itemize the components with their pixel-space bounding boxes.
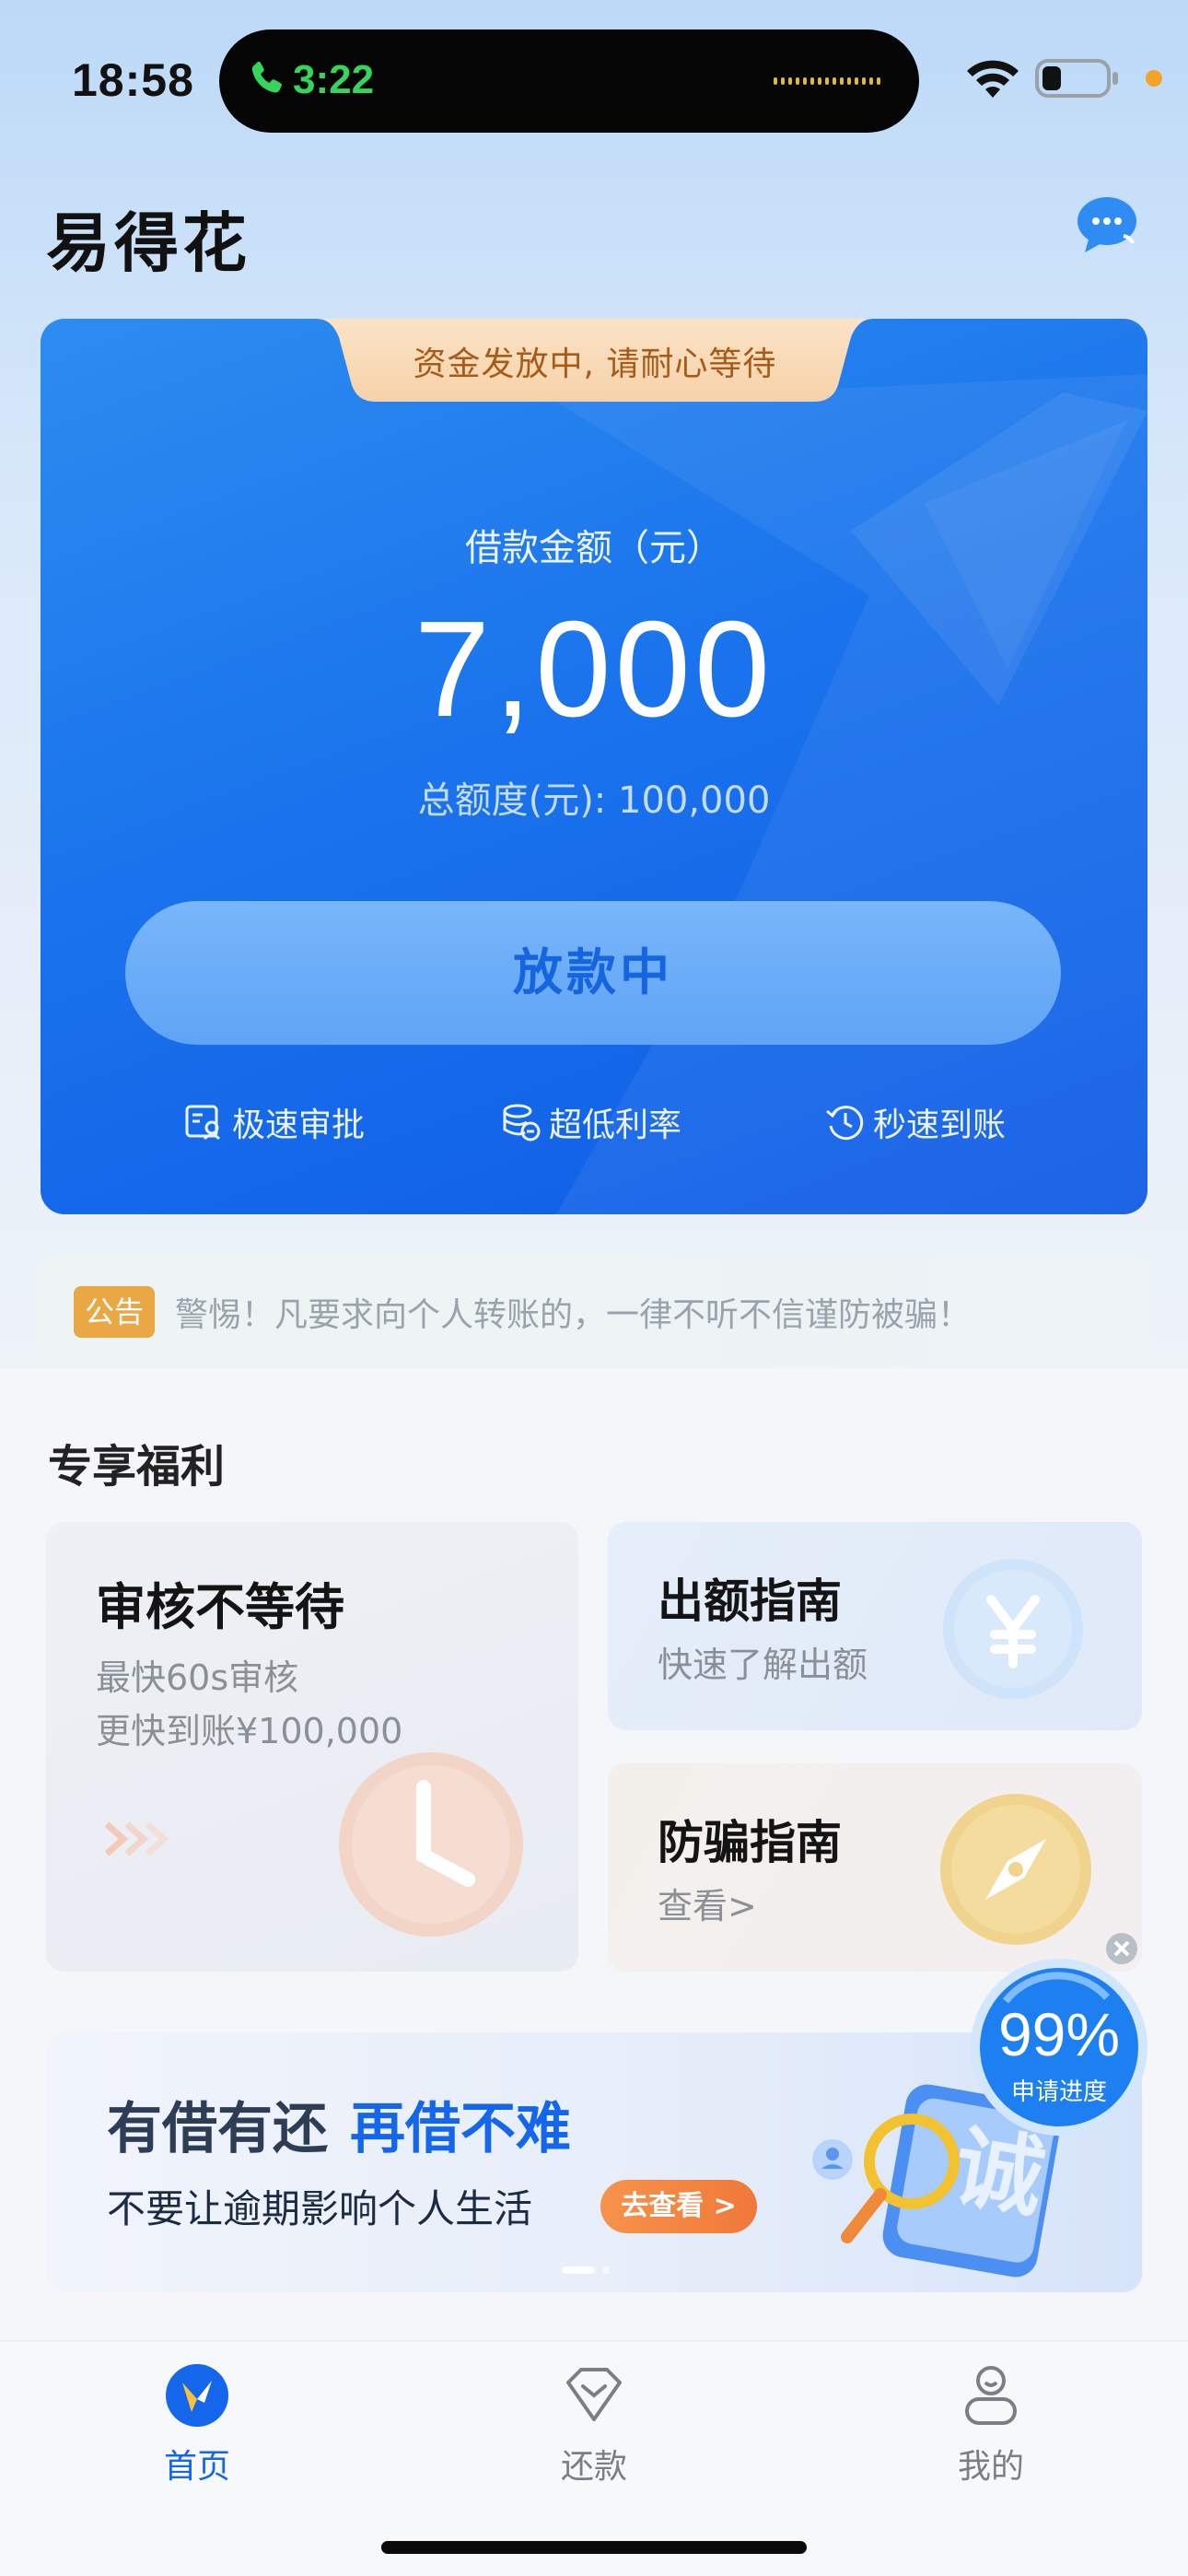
call-duration: 3:22 (293, 57, 375, 102)
clock-icon (339, 1752, 523, 1937)
compass-icon (940, 1794, 1091, 1945)
feature-label: 极速审批 (232, 1107, 366, 1144)
notice-text: 资金发放中, 请耐心等待 (413, 345, 777, 383)
coins-icon (503, 1104, 541, 1142)
announcement-text: 警惕！凡要求向个人转账的，一律不听不信谨防被骗！ (175, 1296, 972, 1334)
tab-label: 还款 (560, 2448, 627, 2486)
feature-low-rate: 超低利率 (501, 1098, 681, 1146)
phone-call-icon (251, 61, 282, 93)
card-title: 出额指南 (658, 1575, 842, 1628)
status-time: 18:58 (72, 54, 194, 106)
carousel-indicator (562, 2266, 610, 2274)
section-title-benefits: 专享福利 (48, 1441, 226, 1493)
tab-mine[interactable]: 我的 (890, 2362, 1092, 2510)
banner-title-part2: 再借不难 (350, 2097, 571, 2161)
card-subtitle: 快速了解出额 (658, 1645, 868, 1685)
chat-bubble-icon[interactable] (1076, 195, 1140, 254)
banner-title-part1: 有借有还 (107, 2097, 328, 2161)
progress-value: 99% (997, 2000, 1121, 2068)
yen-coin-icon (943, 1559, 1083, 1699)
profile-icon (965, 2366, 1017, 2425)
loan-amount-value: 7,000 (413, 593, 775, 745)
clock-icon (826, 1106, 864, 1141)
card-decoration (556, 374, 1147, 1214)
feature-fast-review: 极速审批 (184, 1098, 365, 1146)
card-subtitle: 更快到账¥100,000 (96, 1711, 403, 1751)
chevrons-icon (104, 1821, 169, 1856)
battery-icon (1035, 59, 1118, 98)
repay-icon (566, 2368, 622, 2421)
feature-label: 超低利率 (549, 1107, 682, 1144)
benefit-card-credit-guide[interactable]: 出额指南 快速了解出额 (608, 1522, 1142, 1730)
benefit-card-fast-review[interactable]: 审核不等待 最快60s审核 更快到账¥100,000 (46, 1522, 578, 1972)
feature-instant-arrival: 秒速到账 (825, 1098, 1006, 1146)
tab-label: 首页 (163, 2448, 230, 2486)
card-title: 审核不等待 (96, 1578, 344, 1636)
home-indicator[interactable] (381, 2541, 807, 2554)
total-credit-text: 总额度(元): 100,000 (417, 779, 771, 822)
card-subtitle: 最快60s审核 (96, 1657, 299, 1698)
card-title: 防骗指南 (658, 1816, 842, 1869)
banner-subtitle: 不要让逾期影响个人生活 (107, 2186, 533, 2231)
loan-status-card: 资金发放中, 请耐心等待 借款金额（元） 7,000 总额度(元): 100,0… (41, 319, 1147, 1214)
disbursing-status-button[interactable]: 放款中 (125, 901, 1061, 1045)
announcement-bar[interactable]: 公告 警惕！凡要求向个人转账的，一律不听不信谨防被骗！ (35, 1255, 1153, 1367)
app-title: 易得花 (46, 205, 250, 281)
home-logo-icon (166, 2364, 228, 2427)
dynamic-island[interactable]: 3:22 (219, 29, 919, 133)
review-icon (185, 1105, 221, 1141)
announcement-badge: 公告 (74, 1286, 155, 1338)
tab-home[interactable]: 首页 (96, 2362, 298, 2510)
privacy-indicator-dot (1146, 70, 1162, 87)
audio-waveform-icon (774, 77, 880, 85)
wifi-icon (967, 60, 1019, 98)
feature-label: 秒速到账 (873, 1107, 1007, 1144)
progress-label: 申请进度 (1010, 2078, 1107, 2106)
card-subtitle: 查看> (658, 1886, 757, 1926)
banner-view-button[interactable]: 去查看 > (600, 2180, 757, 2233)
loan-amount-label: 借款金额（元） (465, 527, 723, 569)
benefit-card-anti-fraud[interactable]: 防骗指南 查看> (608, 1763, 1142, 1972)
tab-repay[interactable]: 还款 (493, 2362, 695, 2510)
disbursing-notice-tab: 资金发放中, 请耐心等待 (317, 319, 873, 402)
tab-label: 我的 (957, 2448, 1024, 2486)
